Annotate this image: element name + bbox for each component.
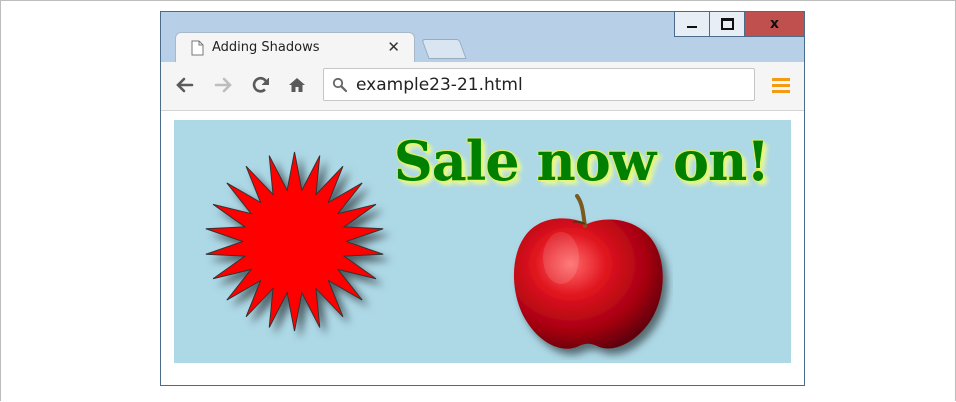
url-text: example23-21.html bbox=[356, 75, 523, 95]
browser-toolbar: example23-21.html bbox=[161, 62, 804, 111]
maximize-icon bbox=[720, 18, 734, 30]
minimize-button[interactable] bbox=[674, 12, 709, 37]
home-icon bbox=[289, 78, 305, 92]
new-tab-button[interactable] bbox=[421, 39, 467, 59]
reload-button[interactable] bbox=[250, 74, 272, 96]
canvas-area: Sale now on! bbox=[174, 120, 791, 363]
page-icon bbox=[191, 40, 204, 56]
close-icon: x bbox=[769, 16, 780, 32]
maximize-button[interactable] bbox=[709, 12, 744, 37]
forward-arrow-icon bbox=[214, 77, 232, 93]
forward-button[interactable] bbox=[212, 74, 234, 96]
apple-image bbox=[513, 194, 663, 349]
minimize-icon bbox=[687, 26, 697, 28]
title-bar: Adding Shadows ✕ x bbox=[161, 12, 804, 63]
address-bar[interactable]: example23-21.html bbox=[323, 68, 755, 101]
starburst-shape bbox=[205, 151, 384, 332]
search-icon bbox=[332, 77, 348, 93]
reload-icon bbox=[252, 77, 269, 93]
close-window-button[interactable]: x bbox=[744, 12, 804, 37]
page-viewport: Sale now on! bbox=[161, 111, 804, 385]
back-arrow-icon bbox=[176, 77, 194, 93]
back-button[interactable] bbox=[174, 74, 196, 96]
home-button[interactable] bbox=[286, 74, 308, 96]
window-controls: x bbox=[674, 12, 804, 37]
sale-headline: Sale now on! bbox=[393, 129, 770, 193]
close-tab-icon[interactable]: ✕ bbox=[387, 38, 400, 56]
tab-title: Adding Shadows bbox=[212, 40, 320, 55]
menu-icon[interactable] bbox=[772, 78, 790, 94]
browser-window: Adding Shadows ✕ x example23-21.html Sal… bbox=[160, 11, 805, 386]
tab-adding-shadows[interactable]: Adding Shadows ✕ bbox=[175, 32, 415, 63]
